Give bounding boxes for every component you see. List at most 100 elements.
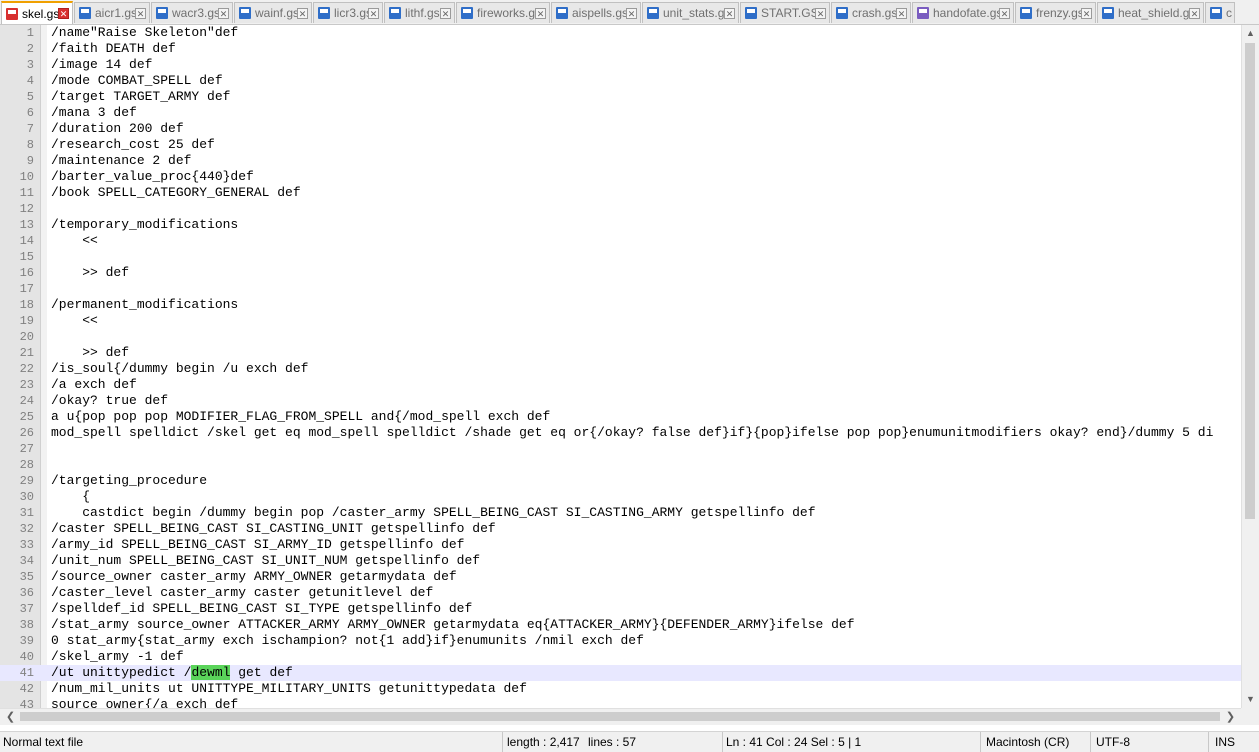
line-number: 1 — [26, 26, 34, 40]
line-text: << — [51, 233, 98, 248]
line-number: 38 — [19, 618, 34, 632]
code-line[interactable]: 7/duration 200 def — [0, 121, 1241, 137]
close-icon[interactable]: ✕ — [135, 7, 146, 19]
code-line[interactable]: 41/ut unittypedict /dewml get def — [0, 665, 1241, 681]
code-line[interactable]: 4/mode COMBAT_SPELL def — [0, 73, 1241, 89]
code-line[interactable]: 22/is_soul{/dummy begin /u exch def — [0, 361, 1241, 377]
code-line[interactable]: 20 — [0, 329, 1241, 345]
code-line[interactable]: 42/num_mil_units ut UNITTYPE_MILITARY_UN… — [0, 681, 1241, 697]
tab-wacr3-gs[interactable]: wacr3.gs ✕ — [151, 2, 233, 23]
file-icon — [917, 7, 929, 19]
code-line[interactable]: 12 — [0, 201, 1241, 217]
code-line[interactable]: 5/target TARGET_ARMY def — [0, 89, 1241, 105]
file-icon — [647, 7, 659, 19]
file-icon — [1020, 7, 1032, 19]
close-icon[interactable]: ✕ — [368, 7, 379, 19]
code-line[interactable]: 3/image 14 def — [0, 57, 1241, 73]
code-line[interactable]: 37/spelldef_id SPELL_BEING_CAST SI_TYPE … — [0, 601, 1241, 617]
vertical-scroll-thumb[interactable] — [1245, 43, 1255, 519]
code-line[interactable]: 21 >> def — [0, 345, 1241, 361]
code-line[interactable]: 43 source_owner{/a exch def — [0, 697, 1241, 708]
code-line[interactable]: 29/targeting_procedure — [0, 473, 1241, 489]
status-eol[interactable]: Macintosh (CR) — [980, 732, 1090, 752]
tab-fireworks-gs[interactable]: fireworks.gs ✕ — [456, 2, 550, 23]
selected-text[interactable]: dewml — [191, 665, 231, 680]
code-line[interactable]: 11/book SPELL_CATEGORY_GENERAL def — [0, 185, 1241, 201]
close-icon[interactable]: ✕ — [1081, 7, 1092, 19]
scroll-down-icon[interactable]: ▼ — [1242, 691, 1259, 708]
close-icon[interactable]: ✕ — [535, 7, 546, 19]
tab-start-gs[interactable]: START.GS ✕ — [740, 2, 830, 23]
tab-unit-stats-gs[interactable]: unit_stats.gs ✕ — [642, 2, 739, 23]
code-line[interactable]: 40/skel_army -1 def — [0, 649, 1241, 665]
tab-overflow[interactable]: c — [1205, 2, 1235, 23]
close-icon[interactable]: ✕ — [297, 7, 308, 19]
code-line[interactable]: 23/a exch def — [0, 377, 1241, 393]
close-icon[interactable]: ✕ — [58, 8, 69, 19]
line-number: 36 — [19, 586, 34, 600]
code-line[interactable]: 28 — [0, 457, 1241, 473]
code-line[interactable]: 2/faith DEATH def — [0, 41, 1241, 57]
close-icon[interactable]: ✕ — [440, 7, 451, 19]
scroll-left-icon[interactable]: ❮ — [2, 709, 19, 725]
code-line[interactable]: 19 << — [0, 313, 1241, 329]
tab-crash-gs[interactable]: crash.gs ✕ — [831, 2, 911, 23]
tab-heat-shield-gs[interactable]: heat_shield.gs ✕ — [1097, 2, 1204, 23]
code-line[interactable]: 18/permanent_modifications — [0, 297, 1241, 313]
code-line[interactable]: 26 mod_spell spelldict /skel get eq mod_s… — [0, 425, 1241, 441]
horizontal-scrollbar[interactable]: ❮ ❯ — [0, 708, 1241, 725]
status-encoding[interactable]: UTF-8 — [1090, 732, 1208, 752]
code-line[interactable]: 27 — [0, 441, 1241, 457]
code-line[interactable]: 31 castdict begin /dummy begin pop /cast… — [0, 505, 1241, 521]
code-line[interactable]: 35/source_owner caster_army ARMY_OWNER g… — [0, 569, 1241, 585]
line-text: /caster SPELL_BEING_CAST SI_CASTING_UNIT… — [51, 521, 496, 536]
tab-skel-gs[interactable]: skel.gs ✕ — [1, 1, 73, 24]
scroll-up-icon[interactable]: ▲ — [1242, 25, 1259, 42]
code-line[interactable]: 38/stat_army source_owner ATTACKER_ARMY … — [0, 617, 1241, 633]
line-number: 33 — [19, 538, 34, 552]
code-line[interactable]: 13/temporary_modifications — [0, 217, 1241, 233]
horizontal-scroll-thumb[interactable] — [20, 712, 1220, 721]
vertical-scrollbar[interactable]: ▲ ▼ — [1241, 25, 1259, 708]
code-line[interactable]: 17 — [0, 281, 1241, 297]
code-line[interactable]: 1/name"Raise Skeleton"def — [0, 25, 1241, 41]
close-icon[interactable]: ✕ — [999, 7, 1010, 19]
tab-label: heat_shield.gs — [1118, 6, 1189, 20]
line-text: 0 stat_army{stat_army exch ischampion? n… — [51, 633, 644, 648]
code-line[interactable]: 33/army_id SPELL_BEING_CAST SI_ARMY_ID g… — [0, 537, 1241, 553]
close-icon[interactable]: ✕ — [724, 7, 735, 19]
text-editor[interactable]: 1/name"Raise Skeleton"def 2/faith DEATH d… — [0, 25, 1241, 708]
line-number: 35 — [19, 570, 34, 584]
file-modified-icon — [6, 7, 18, 20]
code-line[interactable]: 34/unit_num SPELL_BEING_CAST SI_UNIT_NUM… — [0, 553, 1241, 569]
tab-aispells-gs[interactable]: aispells.gs ✕ — [551, 2, 641, 23]
close-icon[interactable]: ✕ — [896, 7, 907, 19]
code-line[interactable]: 25 a u{pop pop pop MODIFIER_FLAG_FROM_SPE… — [0, 409, 1241, 425]
tab-wainf-gs[interactable]: wainf.gs ✕ — [234, 2, 312, 23]
tab-aicr1-gs[interactable]: aicr1.gs ✕ — [74, 2, 150, 23]
code-line[interactable]: 15 — [0, 249, 1241, 265]
tab-frenzy-gs[interactable]: frenzy.gs ✕ — [1015, 2, 1096, 23]
close-icon[interactable]: ✕ — [626, 7, 637, 19]
code-line[interactable]: 10/barter_value_proc{440}def — [0, 169, 1241, 185]
code-line[interactable]: 16 >> def — [0, 265, 1241, 281]
tab-licr3-gs[interactable]: licr3.gs ✕ — [313, 2, 383, 23]
tab-lithf-gs[interactable]: lithf.gs ✕ — [384, 2, 455, 23]
code-line[interactable]: 32/caster SPELL_BEING_CAST SI_CASTING_UN… — [0, 521, 1241, 537]
scroll-right-icon[interactable]: ❯ — [1222, 709, 1239, 725]
code-line[interactable]: 39 0 stat_army{stat_army exch ischampion?… — [0, 633, 1241, 649]
status-insert-mode[interactable]: INS — [1208, 732, 1259, 752]
code-line[interactable]: 24/okay? true def — [0, 393, 1241, 409]
close-icon[interactable]: ✕ — [218, 7, 229, 19]
code-line[interactable]: 6/mana 3 def — [0, 105, 1241, 121]
tab-handofate-gs[interactable]: handofate.gs ✕ — [912, 2, 1014, 23]
close-icon[interactable]: ✕ — [815, 7, 826, 19]
close-icon[interactable]: ✕ — [1189, 7, 1200, 19]
code-line[interactable]: 8/research_cost 25 def — [0, 137, 1241, 153]
code-line[interactable]: 9/maintenance 2 def — [0, 153, 1241, 169]
code-line[interactable]: 14 << — [0, 233, 1241, 249]
file-icon — [556, 7, 568, 19]
code-line[interactable]: 30 { — [0, 489, 1241, 505]
line-number: 7 — [26, 122, 34, 136]
code-line[interactable]: 36/caster_level caster_army caster getun… — [0, 585, 1241, 601]
